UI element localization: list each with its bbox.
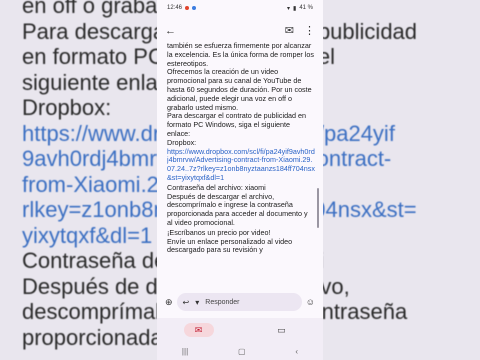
reply-row: ⊕ ↩ ▾ Responder ☺: [157, 290, 323, 314]
background-line: Dropbox:: [22, 95, 112, 120]
email-paragraph: Para descargar el contrato de publicidad…: [167, 111, 307, 138]
email-paragraph: Ofrecemos la creación de un video promoc…: [167, 67, 312, 112]
battery-level: 41 %: [299, 5, 313, 11]
wifi-icon: ▾: [286, 5, 290, 12]
scrollbar[interactable]: [317, 188, 319, 228]
notification-dot-icon: [185, 6, 190, 10]
more-vert-icon[interactable]: ⋮: [304, 25, 315, 37]
mail-icon[interactable]: ✉: [285, 25, 294, 37]
system-navigation: ||| ▢ ‹: [157, 342, 323, 360]
reply-icon[interactable]: ↩: [183, 298, 190, 307]
phone-screen: 12:46 ▾ ▮ 41 % ← ✉ ⋮ también se esfuerza…: [157, 0, 323, 360]
email-paragraph: también se esfuerza firmemente por alcan…: [167, 42, 315, 68]
status-bar: 12:46 ▾ ▮ 41 %: [157, 0, 323, 16]
status-time: 12:46: [167, 5, 183, 11]
chevron-down-icon[interactable]: ▾: [195, 298, 199, 307]
email-link[interactable]: https://www.dropbox.com/scl/fi/pa24yif9a…: [167, 147, 315, 183]
top-app-bar: ← ✉ ⋮: [157, 20, 323, 42]
bottom-navigation: ✉ ▭: [157, 318, 323, 342]
attach-icon[interactable]: ⊕: [165, 297, 173, 307]
reply-placeholder: Responder: [205, 298, 240, 306]
email-body: también se esfuerza firmemente por alcan…: [167, 42, 315, 290]
signal-icon: ▮: [293, 5, 297, 12]
nav-video-icon[interactable]: ▭: [267, 323, 297, 337]
back-icon[interactable]: ‹: [295, 347, 298, 356]
background-line: yixytqxf&dl=1: [22, 222, 153, 248]
emoji-icon[interactable]: ☺: [306, 297, 315, 307]
notification-dot-icon: [192, 6, 197, 10]
email-paragraph: Envíe un enlace personalizado al video d…: [167, 236, 293, 255]
reply-input[interactable]: ↩ ▾ Responder: [176, 293, 302, 311]
arrow-back-icon[interactable]: ←: [165, 25, 176, 37]
home-icon[interactable]: ▢: [238, 347, 246, 356]
nav-mail-icon[interactable]: ✉: [183, 323, 214, 337]
email-paragraph: Después de descargar el archivo, descomp…: [167, 191, 308, 227]
recent-apps-icon[interactable]: |||: [182, 347, 188, 356]
